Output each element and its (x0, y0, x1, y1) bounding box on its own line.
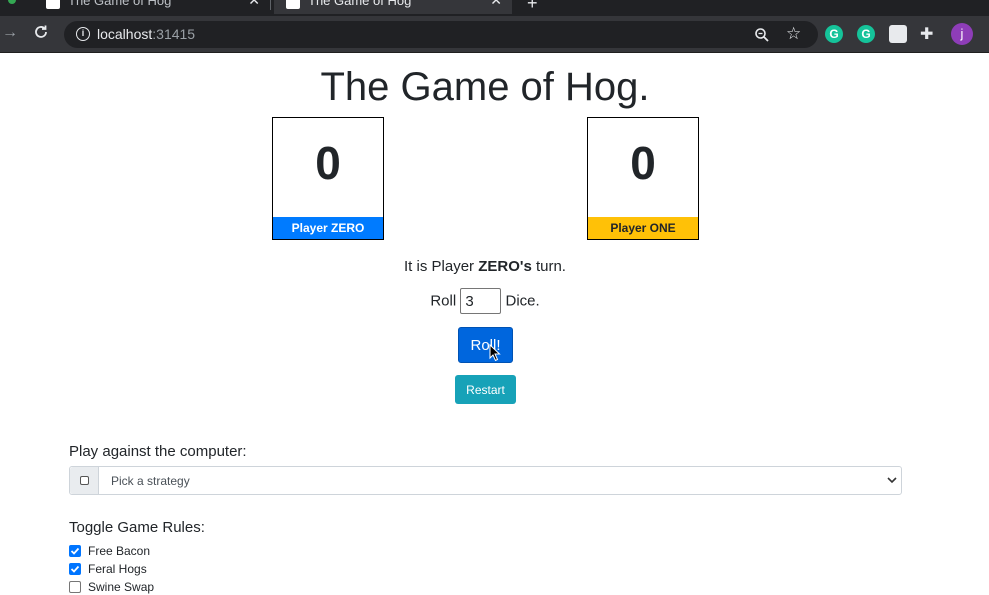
tab-separator (270, 0, 271, 10)
incognito-extension-icon[interactable] (889, 25, 907, 43)
strategy-select-value: Pick a strategy (111, 474, 190, 488)
chevron-down-icon (887, 477, 897, 484)
player-zero-score: 0 (315, 137, 341, 189)
dice-count-input[interactable] (460, 288, 502, 314)
forward-arrow-icon[interactable]: → (2, 24, 18, 42)
calendar-favicon-icon (286, 0, 300, 9)
browser-tab-active[interactable]: The Game of Hog ✕ (274, 0, 512, 14)
player-zero-score-card: 0 Player ZERO (272, 117, 384, 240)
grammarly-extension-icon[interactable] (857, 25, 875, 43)
turn-player: ZERO's (478, 258, 532, 275)
reload-icon[interactable] (32, 23, 50, 41)
url-text: localhost:31415 (97, 26, 195, 42)
roll-button[interactable]: Roll! (458, 327, 513, 363)
rule-free-bacon-label: Free Bacon (88, 544, 151, 558)
zoom-icon[interactable] (754, 27, 770, 43)
checkmark-icon (70, 565, 80, 573)
roll-suffix: Dice. (505, 292, 540, 310)
new-tab-icon[interactable]: + (527, 0, 538, 14)
turn-indicator: It is Player ZERO's turn. (0, 258, 970, 275)
tab-indicator-dot (8, 0, 16, 4)
page-title: The Game of Hog. (0, 65, 970, 110)
url-host: localhost (97, 26, 153, 42)
tab-title: The Game of Hog (68, 0, 172, 8)
calendar-favicon-icon (46, 0, 60, 9)
url-port: :31415 (152, 26, 196, 42)
roll-row: Roll Dice. (0, 288, 970, 314)
strategy-select[interactable]: Pick a strategy (99, 467, 901, 494)
browser-tabstrip: The Game of Hog ✕ The Game of Hog ✕ + (0, 0, 989, 16)
strategy-input-group: Pick a strategy (69, 466, 902, 495)
address-bar[interactable]: i localhost:31415 ☆ (64, 21, 818, 48)
computer-toggle-addon (70, 467, 99, 494)
extensions-puzzle-icon[interactable]: ✚ (920, 24, 940, 43)
restart-button[interactable]: Restart (455, 375, 516, 404)
game-page: The Game of Hog. 0 Player ZERO 0 Player … (0, 53, 989, 594)
rule-swine-swap-checkbox[interactable] (69, 581, 81, 593)
rule-feral-hogs-label: Feral Hogs (88, 562, 147, 576)
player-one-score-card: 0 Player ONE (587, 117, 699, 240)
rule-free-bacon-checkbox[interactable] (69, 545, 81, 557)
title-text: The Game of (320, 65, 566, 109)
browser-toolbar: → i localhost:31415 ☆ ✚ j (0, 16, 989, 53)
turn-suffix: turn. (531, 258, 566, 275)
close-tab-icon[interactable]: ✕ (248, 0, 260, 9)
computer-play-label: Play against the computer: (69, 443, 247, 460)
tab-title: The Game of Hog (308, 0, 412, 8)
site-info-icon[interactable]: i (76, 27, 90, 41)
checkmark-icon (70, 547, 80, 555)
grammarly-extension-icon[interactable] (825, 25, 843, 43)
mouse-cursor-icon (489, 344, 501, 362)
close-tab-icon[interactable]: ✕ (490, 0, 502, 9)
profile-avatar[interactable]: j (951, 23, 973, 45)
title-bold-text: Hog. (565, 65, 650, 109)
rule-feral-hogs-checkbox[interactable] (69, 563, 81, 575)
browser-tab-inactive[interactable]: The Game of Hog ✕ (34, 0, 270, 14)
bookmark-star-icon[interactable]: ☆ (786, 24, 801, 44)
player-zero-label: Player ZERO (273, 217, 383, 239)
player-one-label: Player ONE (588, 217, 698, 239)
player-one-score: 0 (630, 137, 656, 189)
computer-toggle-checkbox[interactable] (80, 476, 89, 485)
roll-prefix: Roll (430, 292, 457, 310)
rules-label: Toggle Game Rules: (69, 519, 205, 536)
turn-prefix: It is Player (404, 258, 479, 275)
